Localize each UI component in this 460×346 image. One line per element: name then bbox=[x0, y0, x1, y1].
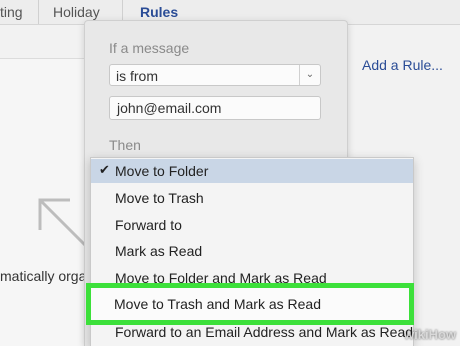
tab-setting[interactable]: ting bbox=[0, 4, 23, 20]
checkmark-icon: ✔ bbox=[99, 162, 110, 177]
menu-item-label: Forward to an Email Address and Mark as … bbox=[115, 324, 414, 340]
menu-item-label: Move to Trash and Mark as Read bbox=[114, 296, 321, 312]
add-rule-link[interactable]: Add a Rule... bbox=[362, 57, 443, 73]
email-value: john@email.com bbox=[117, 100, 222, 116]
watermark-logo: wikiHow bbox=[404, 327, 457, 342]
chevron-down-icon: ⌄ bbox=[299, 65, 320, 85]
menu-item-move-to-trash-and-mark-read[interactable]: Move to Trash and Mark as Read bbox=[86, 283, 414, 325]
auto-organize-text: matically orga bbox=[0, 268, 87, 284]
menu-item-label: Forward to bbox=[115, 217, 182, 233]
if-message-label: If a message bbox=[109, 40, 190, 56]
tab-divider bbox=[38, 0, 39, 24]
menu-item-label: Mark as Read bbox=[115, 243, 203, 259]
menu-item-label: Move to Folder bbox=[115, 163, 209, 179]
menu-item-label: Move to Trash bbox=[115, 190, 204, 206]
email-field[interactable]: john@email.com bbox=[109, 96, 321, 120]
menu-item-forward-to[interactable]: Forward to bbox=[91, 213, 413, 237]
condition-value: is from bbox=[116, 68, 158, 84]
tab-rules[interactable]: Rules bbox=[140, 4, 178, 20]
then-label: Then bbox=[109, 137, 141, 153]
tab-holiday[interactable]: Holiday bbox=[53, 4, 100, 20]
menu-item-move-to-trash[interactable]: Move to Trash bbox=[91, 186, 413, 210]
condition-select[interactable]: is from ⌄ bbox=[109, 64, 321, 86]
menu-item-mark-as-read[interactable]: Mark as Read bbox=[91, 239, 413, 263]
menu-item-move-to-folder[interactable]: ✔ Move to Folder bbox=[91, 159, 413, 183]
